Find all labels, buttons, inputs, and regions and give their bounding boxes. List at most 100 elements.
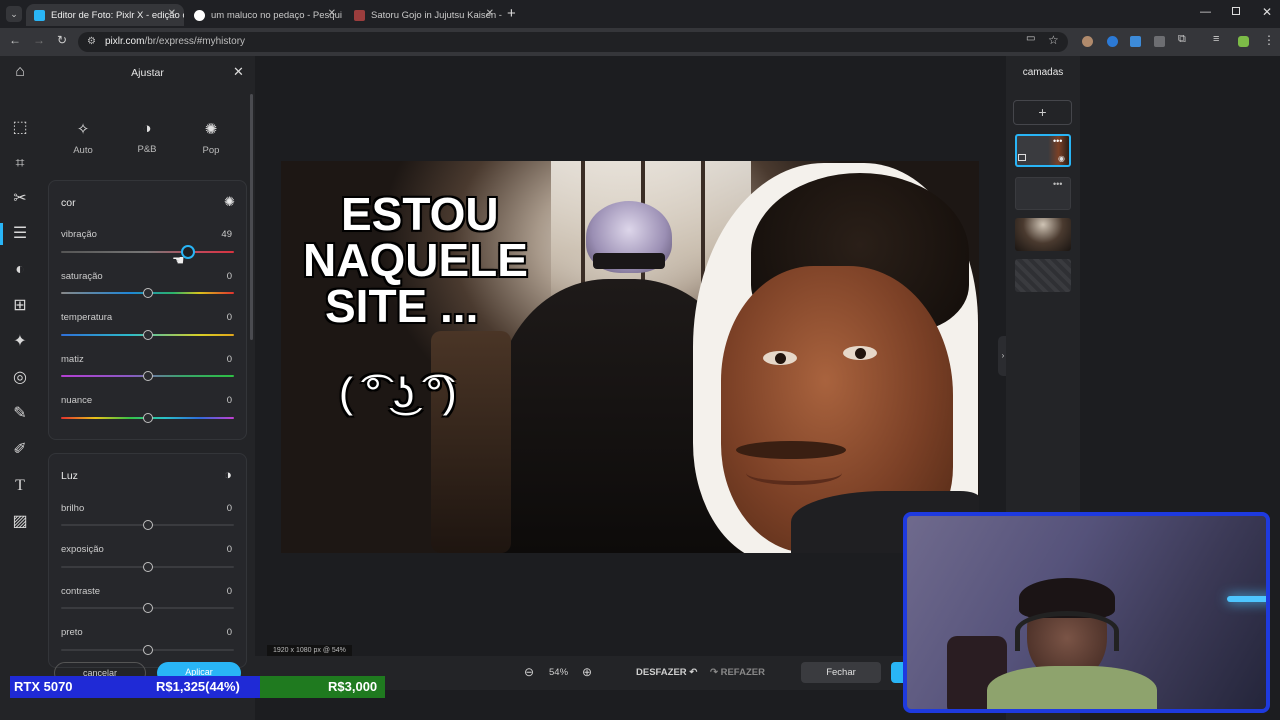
- url-path: /br/express/#myhistory: [144, 36, 246, 47]
- liquify-swirl-icon[interactable]: ◎: [10, 368, 30, 388]
- panel-scrollbar[interactable]: [250, 94, 253, 340]
- layer-options-icon[interactable]: •••: [1053, 179, 1062, 189]
- arrange-tool-icon[interactable]: ⬚: [10, 118, 30, 138]
- contrast-slider[interactable]: [61, 603, 234, 613]
- contrast-label: contraste: [61, 586, 101, 597]
- saturation-slider[interactable]: [61, 288, 234, 298]
- effect-tool-icon[interactable]: ⊞: [10, 296, 30, 316]
- media-control-icon[interactable]: ≡: [1213, 33, 1219, 45]
- add-layer-button[interactable]: +: [1013, 100, 1072, 125]
- active-tool-indicator: [0, 223, 3, 245]
- undo-button[interactable]: DESFAZER ↶: [636, 667, 697, 678]
- tab-title: Editor de Foto: Pixlr X - edição c: [51, 9, 184, 21]
- black-knob[interactable]: [142, 645, 153, 655]
- close-window-icon[interactable]: ✕: [1262, 5, 1272, 19]
- browser-menu-icon[interactable]: ⋮: [1263, 33, 1275, 47]
- zoom-level[interactable]: 54%: [549, 667, 568, 678]
- temperature-slider[interactable]: [61, 330, 234, 340]
- exposure-knob[interactable]: [142, 562, 153, 572]
- tab-google-search[interactable]: um maluco no pedaço - Pesqui ✕: [186, 4, 344, 26]
- extension-shield-icon[interactable]: [1107, 36, 1118, 47]
- temperature-knob[interactable]: [142, 330, 153, 340]
- pattern-tool-icon[interactable]: ▨: [10, 512, 30, 532]
- temperature-label: temperatura: [61, 312, 113, 323]
- forward-arrow-icon[interactable]: →: [33, 33, 45, 47]
- redo-button[interactable]: ↷ REFAZER: [710, 667, 765, 678]
- vibrance-slider[interactable]: [61, 245, 234, 259]
- preset-bw-button[interactable]: ◑ P&B: [122, 120, 172, 155]
- color-reset-icon[interactable]: ✺: [224, 194, 235, 210]
- light-contrast-icon[interactable]: ◑: [224, 467, 232, 482]
- tint-knob[interactable]: [142, 371, 153, 381]
- tab-title: um maluco no pedaço - Pesqui: [211, 9, 342, 21]
- close-tab-icon[interactable]: ✕: [328, 8, 336, 19]
- exposure-slider[interactable]: [61, 562, 234, 572]
- layer-thumbnail-text[interactable]: [1015, 177, 1071, 210]
- magic-wand-icon: ✧: [76, 121, 90, 138]
- layer-visibility-eye-icon[interactable]: ◉: [1058, 154, 1065, 163]
- zoom-in-icon[interactable]: ⊕: [582, 665, 592, 679]
- person-smirk: [746, 461, 842, 485]
- screen-cast-icon[interactable]: ▭: [1026, 33, 1035, 44]
- address-bar[interactable]: ⚙ pixlr.com/br/express/#myhistory: [78, 32, 1068, 52]
- layer-thumbnail-background[interactable]: [1015, 218, 1071, 251]
- brightness-slider[interactable]: [61, 520, 234, 530]
- hue-knob[interactable]: [142, 413, 153, 423]
- zoom-out-icon[interactable]: ⊖: [524, 665, 534, 679]
- filter-tool-icon[interactable]: ◐: [10, 260, 30, 280]
- bookmark-star-icon[interactable]: ☆: [1048, 33, 1059, 47]
- extension-avatar-icon[interactable]: [1082, 36, 1093, 47]
- url-domain: pixlr.com: [105, 36, 145, 47]
- saturation-knob[interactable]: [142, 288, 153, 298]
- home-icon[interactable]: ⌂: [10, 62, 30, 82]
- hue-label: nuance: [61, 395, 93, 406]
- person-eye-right: [843, 346, 877, 360]
- site-favicon-icon: [354, 9, 365, 21]
- draw-brush-icon[interactable]: ✐: [10, 440, 30, 460]
- back-arrow-icon[interactable]: ←: [9, 33, 21, 47]
- extensions-puzzle-icon[interactable]: ⧉: [1178, 33, 1186, 46]
- profile-avatar-icon[interactable]: [1238, 36, 1249, 47]
- crop-tool-icon[interactable]: ⌗: [10, 154, 30, 174]
- black-slider[interactable]: [61, 645, 234, 655]
- layer-thumbnail-base[interactable]: [1015, 259, 1071, 292]
- new-tab-button[interactable]: +: [507, 5, 516, 22]
- extension-audio-icon[interactable]: [1130, 36, 1141, 47]
- preset-pop-button[interactable]: ✺ Pop: [186, 120, 236, 156]
- extension-translate-icon[interactable]: [1154, 36, 1165, 47]
- tint-slider[interactable]: [61, 371, 234, 381]
- brightness-label: brilho: [61, 503, 85, 514]
- chair-left: [431, 331, 511, 553]
- retouch-bandage-icon[interactable]: ✎: [10, 404, 30, 424]
- tab-list-chevron-icon[interactable]: ⌄: [6, 6, 22, 22]
- meme-image[interactable]: ESTOU NAQUELE SITE ... ( ͡° ͜ʖ ͡°): [281, 161, 979, 553]
- tab-pixlr-editor[interactable]: Editor de Foto: Pixlr X - edição c ✕: [26, 4, 184, 26]
- cutout-scissors-icon[interactable]: ✂: [10, 189, 30, 209]
- site-info-icon[interactable]: ⚙: [87, 32, 96, 52]
- tab-satoru-gojo[interactable]: Satoru Gojo in Jujutsu Kaisen - ✕: [346, 4, 502, 26]
- close-panel-icon[interactable]: ✕: [233, 64, 244, 80]
- tint-value: 0: [226, 354, 232, 365]
- ai-sparkle-icon[interactable]: ✦: [10, 332, 30, 352]
- minimize-icon[interactable]: —: [1200, 6, 1211, 18]
- close-button[interactable]: Fechar: [801, 662, 881, 683]
- adjust-sliders-icon[interactable]: ☰: [10, 224, 30, 244]
- preset-label: Auto: [73, 145, 93, 156]
- contrast-value: 0: [226, 586, 232, 597]
- webcam-overlay: [903, 512, 1270, 713]
- hue-slider[interactable]: [61, 413, 234, 423]
- redo-label: REFAZER: [720, 667, 765, 678]
- preset-auto-button[interactable]: ✧ Auto: [58, 120, 108, 156]
- close-tab-icon[interactable]: ✕: [168, 8, 176, 19]
- layer-options-icon[interactable]: •••: [1053, 136, 1062, 146]
- restore-icon[interactable]: [1232, 7, 1240, 15]
- goal-target-label: R$3,000: [328, 679, 378, 694]
- reload-icon[interactable]: ↻: [57, 33, 67, 47]
- brightness-knob[interactable]: [142, 520, 153, 530]
- browser-tab-bar: ⌄ Editor de Foto: Pixlr X - edição c ✕ u…: [0, 0, 1280, 28]
- text-tool-icon[interactable]: T: [10, 476, 30, 496]
- pixlr-favicon-icon: [34, 9, 45, 21]
- person-eye-left: [763, 351, 797, 365]
- contrast-knob[interactable]: [142, 603, 153, 613]
- close-tab-icon[interactable]: ✕: [486, 8, 494, 19]
